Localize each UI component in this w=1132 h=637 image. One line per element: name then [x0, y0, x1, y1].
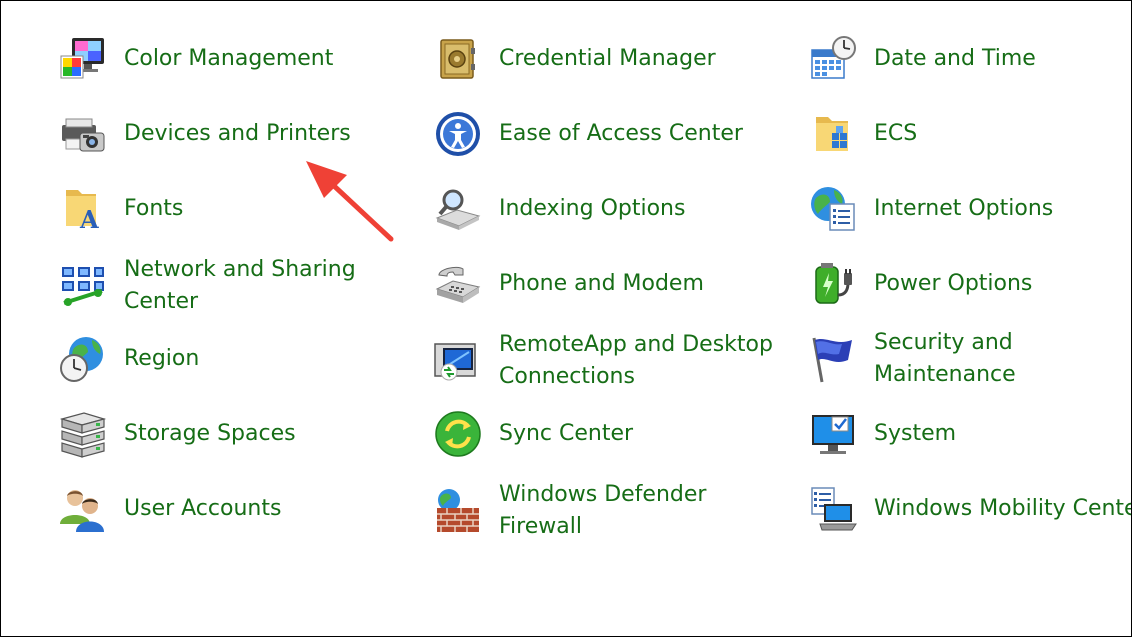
date-time-icon — [808, 34, 858, 84]
internet-options-icon — [808, 184, 858, 234]
item-windows-mobility-center[interactable]: Windows Mobility Center — [808, 481, 1132, 537]
item-phone-and-modem[interactable]: Phone and Modem — [433, 256, 773, 312]
devices-printers-icon — [58, 109, 108, 159]
user-accounts-icon — [58, 484, 108, 534]
item-label: Power Options — [874, 271, 1033, 296]
item-system[interactable]: System — [808, 406, 1131, 462]
network-icon — [58, 261, 108, 311]
item-label: ECS — [874, 121, 918, 146]
item-label: RemoteApp and Desktop Connections — [499, 332, 773, 389]
item-label: Windows Mobility Center — [874, 496, 1132, 521]
phone-icon — [433, 259, 483, 309]
item-label: Internet Options — [874, 196, 1054, 221]
item-label: Phone and Modem — [499, 271, 704, 296]
item-label: Fonts — [124, 196, 184, 221]
ease-of-access-icon — [433, 109, 483, 159]
item-user-accounts[interactable]: User Accounts — [58, 481, 388, 537]
folder-icon — [808, 109, 858, 159]
item-label: Region — [124, 346, 200, 371]
control-panel-window: Color Management Credential Manager Date… — [0, 0, 1132, 637]
item-network-and-sharing-center[interactable]: Network and Sharing Center — [58, 256, 388, 316]
item-fonts[interactable]: A Fonts — [58, 181, 388, 237]
region-icon — [58, 334, 108, 384]
storage-icon — [58, 409, 108, 459]
item-power-options[interactable]: Power Options — [808, 256, 1131, 312]
item-internet-options[interactable]: Internet Options — [808, 181, 1131, 237]
item-date-and-time[interactable]: Date and Time — [808, 31, 1131, 87]
item-label: Storage Spaces — [124, 421, 296, 446]
item-credential-manager[interactable]: Credential Manager — [433, 31, 773, 87]
system-monitor-icon — [808, 409, 858, 459]
remoteapp-icon — [433, 336, 483, 386]
item-label: System — [874, 421, 957, 446]
mobility-center-icon — [808, 484, 858, 534]
security-flag-icon — [808, 334, 858, 384]
item-storage-spaces[interactable]: Storage Spaces — [58, 406, 388, 462]
svg-text:A: A — [79, 205, 99, 234]
item-label: Color Management — [124, 46, 334, 71]
power-icon — [808, 259, 858, 309]
item-label: Ease of Access Center — [499, 121, 743, 146]
item-windows-defender-firewall[interactable]: Windows Defender Firewall — [433, 481, 773, 541]
item-sync-center[interactable]: Sync Center — [433, 406, 773, 462]
item-region[interactable]: Region — [58, 331, 388, 387]
item-devices-and-printers[interactable]: Devices and Printers — [58, 106, 388, 162]
item-ecs[interactable]: ECS — [808, 106, 1131, 162]
item-label: Indexing Options — [499, 196, 686, 221]
item-label: Sync Center — [499, 421, 634, 446]
item-indexing-options[interactable]: Indexing Options — [433, 181, 773, 237]
sync-icon — [433, 409, 483, 459]
color-management-icon — [58, 34, 108, 84]
indexing-icon — [433, 184, 483, 234]
fonts-icon: A — [58, 184, 108, 234]
item-label: Devices and Printers — [124, 121, 351, 146]
item-label: User Accounts — [124, 496, 282, 521]
item-label: Date and Time — [874, 46, 1036, 71]
item-color-management[interactable]: Color Management — [58, 31, 388, 87]
item-label: Credential Manager — [499, 46, 716, 71]
item-label: Windows Defender Firewall — [499, 482, 707, 539]
item-remoteapp-and-desktop-connections[interactable]: RemoteApp and Desktop Connections — [433, 331, 773, 391]
credential-manager-icon — [433, 34, 483, 84]
firewall-icon — [433, 486, 483, 536]
item-security-and-maintenance[interactable]: Security and Maintenance — [808, 330, 1131, 387]
item-ease-of-access-center[interactable]: Ease of Access Center — [433, 106, 773, 162]
item-label: Security and Maintenance — [874, 330, 1016, 387]
item-label: Network and Sharing Center — [124, 257, 356, 314]
